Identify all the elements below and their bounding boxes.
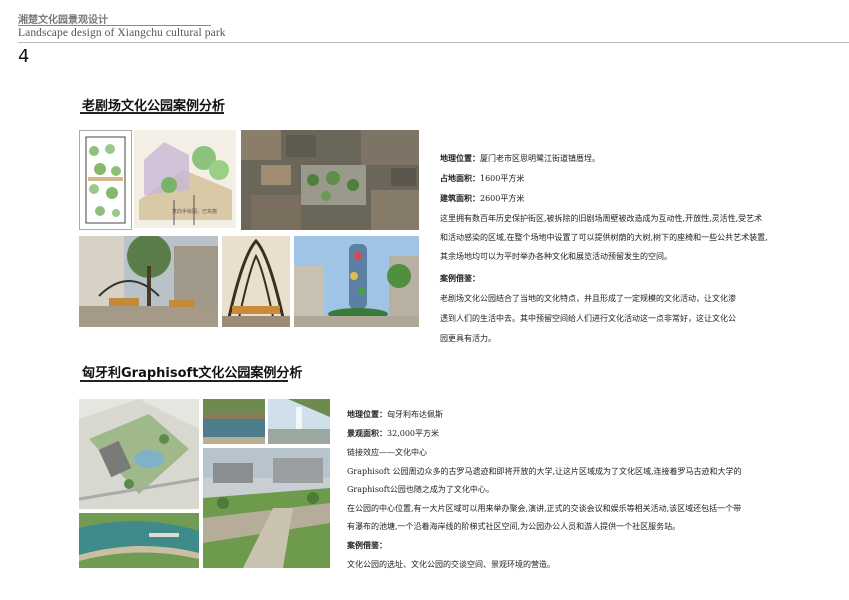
section1-reference-line-1: 老剧场文化公园结合了当地的文化特点，并且形成了一定规模的文化活动，让文化渗 bbox=[440, 294, 736, 303]
section1-desc-line-3: 其余场地均可以为平时举办各种文化和展览活动预留发生的空间。 bbox=[440, 252, 672, 261]
building-area-label: 建筑面积： bbox=[440, 194, 480, 203]
section2-desc-line-4: 有瀑布的池塘,一个沿着海岸线的阶梯式社区空间,为公园办公人员和游人提供一个社区服… bbox=[347, 522, 681, 531]
section1-reference-line-2: 透到人们的生活中去。其中预留空间给人们进行文化活动这一点非常好，这让文化公 bbox=[440, 314, 736, 323]
section2-title: 匈牙利Graphisoft文化公园案例分析 bbox=[82, 366, 303, 381]
section2-location-row: 地理位置：匈牙利布达佩斯 bbox=[347, 407, 807, 423]
location-value: 厦门老市区思明鹭江街道镇厝埕。 bbox=[480, 154, 600, 163]
section2-area-row: 景观面积：32,000平方米 bbox=[347, 426, 807, 442]
perspective-sketch: 意向手绘图，已实施 bbox=[134, 130, 236, 228]
location-row: 地理位置：厦门老市区思明鹭江街道镇厝埕。 bbox=[440, 151, 820, 167]
section2-effect-line: 链接效应——文化中心 bbox=[347, 448, 427, 457]
section1-reference-line-3: 园更具有活力。 bbox=[440, 334, 496, 343]
section1-underline bbox=[80, 112, 224, 114]
section2-reference-label: 案例借鉴： bbox=[347, 541, 387, 550]
building-area-row: 建筑面积：2600平方米 bbox=[440, 191, 820, 207]
section2-underline bbox=[80, 380, 288, 382]
header-title-en: Landscape design of Xiangchu cultural pa… bbox=[18, 27, 226, 39]
section2-area-value: 32,000平方米 bbox=[387, 429, 439, 438]
plaza-photo-1 bbox=[79, 236, 218, 327]
page-number: 4 bbox=[18, 46, 30, 67]
section2-location-label: 地理位置： bbox=[347, 410, 387, 419]
aerial-photo bbox=[241, 130, 419, 230]
section1-reference-label: 案例借鉴： bbox=[440, 274, 480, 283]
land-area-value: 1600平方米 bbox=[480, 174, 525, 183]
land-area-row: 占地面积：1600平方米 bbox=[440, 171, 820, 187]
section2-location-value: 匈牙利布达佩斯 bbox=[387, 410, 443, 419]
section2-info: 地理位置：匈牙利布达佩斯 景观面积：32,000平方米 链接效应——文化中心 G… bbox=[347, 407, 807, 573]
location-label: 地理位置： bbox=[440, 154, 480, 163]
section2-reference-line: 文化公园的选址、文化公园的交谈空间、景观环境的营造。 bbox=[347, 560, 555, 569]
header-divider bbox=[18, 25, 211, 26]
graphisoft-fountain-photo bbox=[268, 399, 330, 444]
site-plan-sketch bbox=[79, 130, 132, 230]
section2-area-label: 景观面积： bbox=[347, 429, 387, 438]
section1-desc-line-1: 这里拥有数百年历史保护街区,被拆除的旧剧场周壁被改造成为互动性,开放性,灵活性,… bbox=[440, 214, 763, 223]
graphisoft-pond-photo bbox=[79, 513, 199, 568]
section2-desc-line-1: Graphisoft 公园周边众多的古罗马遗迹和即将开放的大学,让这片区域成为了… bbox=[347, 467, 742, 476]
graphisoft-water-photo bbox=[203, 399, 265, 444]
sketch-caption: 意向手绘图，已实施 bbox=[172, 209, 218, 215]
art-installation-photo bbox=[294, 236, 419, 327]
section2-desc-line-3: 在公园的中心位置,有一大片区域可以用来举办聚会,演讲,正式的交谈会议和娱乐等相关… bbox=[347, 504, 742, 513]
section1-info: 地理位置：厦门老市区思明鹭江街道镇厝埕。 占地面积：1600平方米 建筑面积：2… bbox=[440, 151, 820, 347]
building-area-value: 2600平方米 bbox=[480, 194, 525, 203]
plaza-photo-2 bbox=[222, 236, 290, 327]
section1-desc-line-2: 和活动感染的区域,在整个场地中设置了可以提供树荫的大树,树下的座椅和一些公共艺术… bbox=[440, 233, 768, 242]
section2-desc-line-2: Graphisoft公园也随之成为了文化中心。 bbox=[347, 485, 494, 494]
header-rule bbox=[18, 42, 849, 43]
graphisoft-park-photo bbox=[203, 448, 330, 568]
header-title-cn: 湘楚文化园景观设计 bbox=[18, 15, 108, 26]
land-area-label: 占地面积： bbox=[440, 174, 480, 183]
graphisoft-site-plan bbox=[79, 399, 199, 509]
